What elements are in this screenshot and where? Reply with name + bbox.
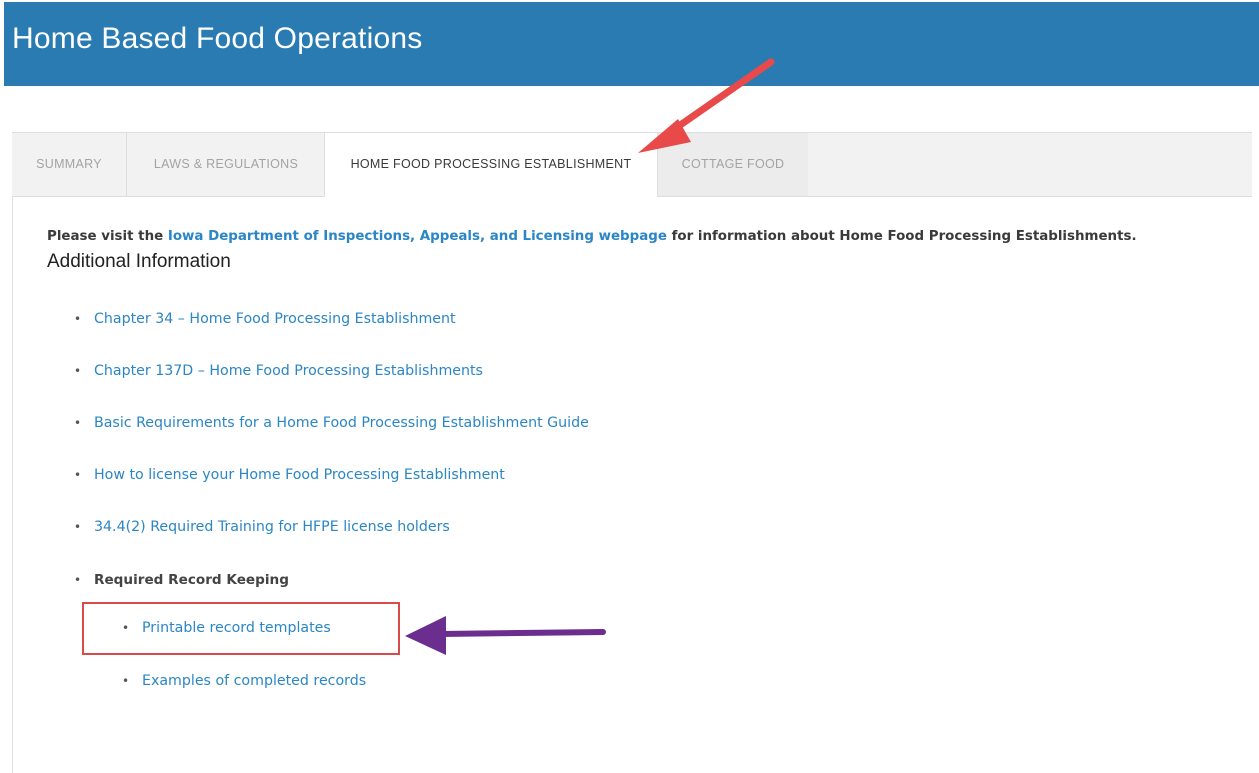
content-border	[12, 196, 13, 773]
chapter-137d-link[interactable]: Chapter 137D – Home Food Processing Esta…	[94, 363, 483, 379]
list-item: • Chapter 34 – Home Food Processing Estab…	[74, 311, 456, 327]
intro-suffix: for information about Home Food Processi…	[666, 229, 1137, 244]
bullet-icon: •	[74, 416, 82, 430]
chapter-34-link[interactable]: Chapter 34 – Home Food Processing Establ…	[94, 311, 456, 327]
bullet-icon: •	[74, 364, 82, 378]
bullet-icon: •	[74, 312, 82, 326]
bullet-icon: •	[122, 674, 130, 688]
site-header: Home Based Food Operations	[4, 2, 1259, 86]
tab-home-food-processing-establishment[interactable]: HOME FOOD PROCESSING ESTABLISHMENT	[324, 133, 658, 197]
page-title: Home Based Food Operations	[12, 22, 423, 55]
list-item: • 34.4(2) Required Training for HFPE lice…	[74, 519, 450, 535]
additional-information-heading: Additional Information	[47, 251, 231, 272]
bullet-icon: •	[74, 468, 82, 482]
tab-bar: SUMMARY LAWS & REGULATIONS HOME FOOD PRO…	[12, 132, 1252, 197]
purple-arrow-icon	[405, 616, 606, 655]
bullet-icon: •	[74, 573, 82, 587]
tab-cottage-food[interactable]: COTTAGE FOOD	[658, 133, 808, 196]
completed-records-examples-link[interactable]: Examples of completed records	[142, 673, 366, 689]
annotation-overlay	[405, 58, 775, 655]
list-item: • Chapter 137D – Home Food Processing Est…	[74, 363, 483, 379]
tab-summary[interactable]: SUMMARY	[12, 133, 127, 196]
list-item: • How to license your Home Food Processin…	[74, 467, 505, 483]
required-record-keeping-label: Required Record Keeping	[94, 572, 289, 588]
idial-webpage-link[interactable]: Iowa Department of Inspections, Appeals,…	[168, 229, 667, 244]
how-to-license-link[interactable]: How to license your Home Food Processing…	[94, 467, 505, 483]
required-training-link[interactable]: 34.4(2) Required Training for HFPE licen…	[94, 519, 450, 535]
bullet-icon: •	[74, 520, 82, 534]
intro-text: Please visit the Iowa Department of Insp…	[47, 229, 1137, 244]
highlight-box	[82, 602, 400, 655]
list-item: • Examples of completed records	[122, 673, 366, 689]
tab-laws-regulations[interactable]: LAWS & REGULATIONS	[127, 133, 325, 196]
intro-prefix: Please visit the	[47, 229, 168, 244]
list-item: • Required Record Keeping	[74, 572, 289, 588]
basic-requirements-guide-link[interactable]: Basic Requirements for a Home Food Proce…	[94, 415, 589, 431]
list-item: • Basic Requirements for a Home Food Proc…	[74, 415, 589, 431]
